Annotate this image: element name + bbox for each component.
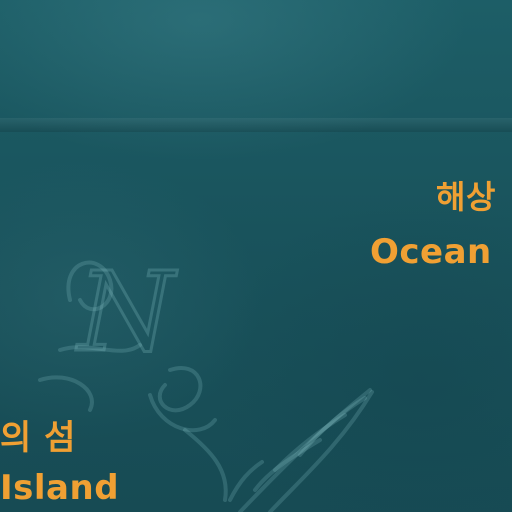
map-label-ocean-english: Ocean [370,232,492,272]
compass-north-letter: N [75,248,178,376]
map-label-island-english: Island [0,468,120,508]
map-canvas[interactable]: N 해상 Ocean 의 섬 Island [0,0,512,512]
map-label-island-korean: 의 섬 [0,418,76,458]
map-label-ocean-korean: 해상 [436,178,496,216]
